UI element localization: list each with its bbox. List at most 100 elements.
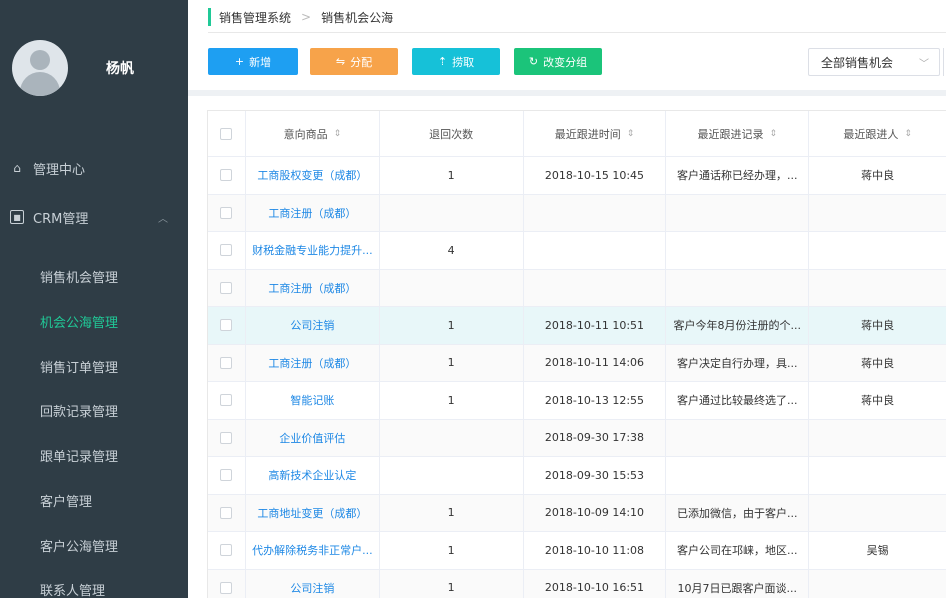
table-body: 工商股权变更（成都） 1 2018-10-15 10:45 客户通话称已经办理，...…: [208, 157, 946, 598]
divider: [208, 32, 946, 33]
product-link[interactable]: 代办解除税务非正常户...: [252, 542, 373, 558]
avatar[interactable]: [12, 40, 68, 96]
sidebar-item-contacts[interactable]: 联系人管理: [0, 567, 188, 598]
breadcrumb-root[interactable]: 销售管理系统: [219, 9, 291, 26]
assign-button-label: 分配: [350, 55, 373, 69]
row-checkbox[interactable]: [220, 394, 233, 407]
product-cell: 财税金融专业能力提升...: [246, 232, 380, 269]
row-checkbox-cell: [208, 569, 246, 598]
table-row[interactable]: 工商股权变更（成都） 1 2018-10-15 10:45 客户通话称已经办理，...…: [208, 157, 946, 195]
row-checkbox[interactable]: [220, 244, 233, 257]
add-button[interactable]: + 新增: [208, 48, 298, 75]
header-label: 最近跟进时间: [554, 127, 621, 141]
sidebar-item-followup-records[interactable]: 跟单记录管理: [0, 433, 188, 477]
table-row[interactable]: 工商注册（成都） 1 2018-10-11 14:06 客户决定自行办理，具... 蒋中…: [208, 344, 946, 382]
breadcrumb: 销售管理系统 > 销售机会公海: [208, 8, 393, 26]
last-record-value: 客户通过比较最终选了...: [677, 394, 798, 408]
sidebar-item-sales-order[interactable]: 销售订单管理: [0, 344, 188, 388]
last-person-cell: [809, 195, 946, 232]
returns-cell: 1: [380, 569, 524, 598]
opportunity-filter-select[interactable]: 全部销售机会 ﹀: [808, 48, 940, 76]
header-last-time[interactable]: 最近跟进时间 ⇕: [524, 111, 667, 156]
chevron-down-icon: ﹀: [919, 58, 929, 70]
last-record-cell: [666, 232, 810, 269]
product-cell: 高新技术企业认定: [246, 457, 380, 494]
returns-value: 4: [447, 243, 455, 257]
sort-icon[interactable]: ⇕: [904, 129, 912, 139]
returns-cell: 1: [380, 307, 524, 344]
row-checkbox[interactable]: [220, 356, 233, 369]
product-cell: 代办解除税务非正常户...: [246, 532, 380, 569]
sidebar-item-customers[interactable]: 客户管理: [0, 478, 188, 522]
product-link[interactable]: 工商注册（成都）: [268, 205, 356, 221]
sidebar-item-label: 销售机会管理: [40, 270, 119, 286]
sidebar-item-opportunity-pool[interactable]: 机会公海管理: [0, 299, 188, 343]
sidebar-item-label: 客户公海管理: [40, 539, 119, 555]
row-checkbox-cell: [208, 232, 246, 269]
last-time-cell: [524, 269, 667, 306]
table-row[interactable]: 工商注册（成都）: [208, 194, 946, 232]
row-checkbox[interactable]: [220, 506, 233, 519]
table-row[interactable]: 公司注销 1 2018-10-11 10:51 客户今年8月份注册的个... 蒋中良: [208, 307, 946, 345]
product-link[interactable]: 工商股权变更（成都）: [257, 167, 367, 183]
last-time-value: 2018-10-13 12:55: [544, 393, 645, 407]
last-time-cell: 2018-10-10 16:51: [524, 569, 667, 598]
nav-crm[interactable]: ■ CRM管理 ︿: [0, 195, 188, 239]
row-checkbox-cell: [208, 382, 246, 419]
row-checkbox[interactable]: [220, 206, 233, 219]
product-link[interactable]: 工商地址变更（成都）: [257, 505, 367, 521]
table-row[interactable]: 代办解除税务非正常户... 1 2018-10-10 11:08 客户公司在邛崃，地区…: [208, 532, 946, 570]
row-checkbox[interactable]: [220, 581, 233, 594]
table-row[interactable]: 工商注册（成都）: [208, 269, 946, 307]
product-link[interactable]: 公司注销: [290, 317, 334, 333]
change-group-button[interactable]: ↻ 改变分组: [514, 48, 602, 75]
row-checkbox[interactable]: [220, 544, 233, 557]
last-time-cell: 2018-10-10 11:08: [524, 532, 667, 569]
sort-icon[interactable]: ⇕: [770, 129, 778, 139]
last-person-cell: [809, 495, 946, 532]
product-link[interactable]: 企业价值评估: [279, 430, 345, 446]
sidebar-item-payment-records[interactable]: 回款记录管理: [0, 388, 188, 432]
row-checkbox[interactable]: [220, 319, 233, 332]
last-record-cell: 客户通话称已经办理，...: [666, 157, 810, 194]
row-checkbox[interactable]: [220, 281, 233, 294]
product-link[interactable]: 公司注销: [290, 580, 334, 596]
product-link[interactable]: 智能记账: [290, 392, 334, 408]
table-row[interactable]: 财税金融专业能力提升... 4: [208, 232, 946, 270]
nav-management-center[interactable]: ⌂ 管理中心: [0, 146, 188, 190]
table-row[interactable]: 公司注销 1 2018-10-10 16:51 10月7日已跟客户面谈...: [208, 569, 946, 598]
table-row[interactable]: 高新技术企业认定 2018-09-30 15:53: [208, 457, 946, 495]
breadcrumb-separator-icon: >: [301, 10, 312, 24]
header-label: 退回次数: [429, 127, 474, 141]
last-time-cell: 2018-10-11 10:51: [524, 307, 667, 344]
pick-button[interactable]: ⇡ 捞取: [412, 48, 500, 75]
sidebar-item-sales-opportunity[interactable]: 销售机会管理: [0, 254, 188, 298]
table-row[interactable]: 工商地址变更（成都） 1 2018-10-09 14:10 已添加微信，由于客户...: [208, 494, 946, 532]
row-checkbox[interactable]: [220, 469, 233, 482]
table-row[interactable]: 企业价值评估 2018-09-30 17:38: [208, 419, 946, 457]
select-all-checkbox[interactable]: [220, 127, 233, 140]
product-link[interactable]: 工商注册（成都）: [268, 280, 356, 296]
table-row[interactable]: 智能记账 1 2018-10-13 12:55 客户通过比较最终选了... 蒋中良: [208, 382, 946, 420]
assign-button[interactable]: ⇋ 分配: [310, 48, 398, 75]
sidebar-item-customer-pool[interactable]: 客户公海管理: [0, 523, 188, 567]
product-link[interactable]: 高新技术企业认定: [268, 467, 356, 483]
row-checkbox[interactable]: [220, 431, 233, 444]
row-checkbox-cell: [208, 457, 246, 494]
header-last-person[interactable]: 最近跟进人 ⇕: [809, 111, 946, 156]
sort-icon[interactable]: ⇕: [627, 129, 635, 139]
sidebar-item-label: 销售订单管理: [40, 360, 119, 376]
pick-button-label: 捞取: [452, 55, 475, 69]
last-person-cell: [809, 457, 946, 494]
last-person-cell: 蒋中良: [809, 345, 946, 382]
product-link[interactable]: 财税金融专业能力提升...: [252, 242, 373, 258]
header-product[interactable]: 意向商品 ⇕: [246, 111, 380, 156]
last-time-cell: 2018-10-11 14:06: [524, 344, 667, 381]
section-band: [188, 90, 946, 96]
product-link[interactable]: 工商注册（成都）: [268, 355, 356, 371]
opportunity-table: 意向商品 ⇕ 退回次数 最近跟进时间 ⇕ 最近跟进记录 ⇕ 最近跟进人 ⇕ 工商股权变更…: [207, 110, 946, 598]
header-last-record[interactable]: 最近跟进记录 ⇕: [666, 111, 810, 156]
sort-icon[interactable]: ⇕: [334, 129, 342, 139]
last-record-value: 客户公司在邛崃，地区...: [677, 544, 798, 558]
row-checkbox[interactable]: [220, 169, 233, 182]
